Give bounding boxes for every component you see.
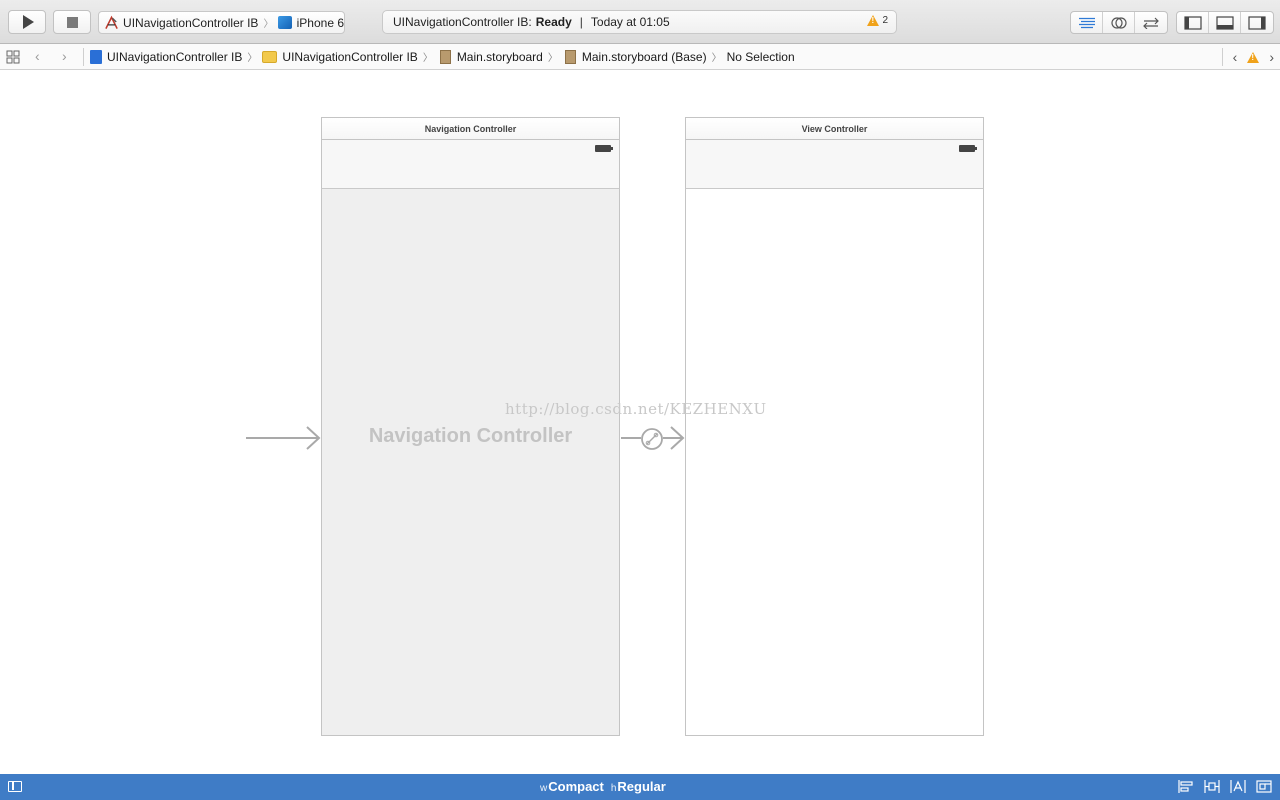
chevron-right-icon: 〉	[247, 53, 258, 64]
editor-mode-control	[1070, 11, 1168, 34]
project-icon	[90, 49, 102, 64]
align-button[interactable]	[1178, 780, 1194, 793]
warning-icon	[867, 15, 880, 26]
breadcrumb-selection[interactable]: No Selection	[727, 50, 795, 64]
jump-bar: ‹ › UINavigationController IB 〉 UINaviga…	[0, 44, 1280, 70]
stop-button[interactable]	[53, 10, 91, 34]
device-name: iPhone 6	[296, 15, 344, 30]
jump-bar-divider	[1221, 48, 1223, 66]
width-prefix: w	[540, 783, 548, 794]
back-arrow-icon[interactable]: ‹	[35, 48, 40, 64]
chevron-right-icon: 〉	[422, 53, 433, 64]
battery-icon	[595, 145, 613, 152]
navigation-controller-scene[interactable]: Navigation Controller	[321, 189, 620, 736]
size-class-bar: wCompact hRegular	[0, 774, 1280, 800]
pin-button[interactable]	[1204, 780, 1220, 793]
size-class-selector[interactable]: wCompact hRegular	[540, 779, 666, 794]
folder-icon	[262, 50, 278, 63]
related-items-grid-icon[interactable]	[6, 50, 20, 64]
assistant-editor-button[interactable]	[1103, 12, 1135, 33]
assistant-editor-icon	[1110, 16, 1127, 29]
url-watermark: http://blog.csdn.net/KEZHENXU	[505, 400, 767, 418]
warning-indicator[interactable]: 2	[867, 15, 888, 26]
chevron-right-icon: 〉	[547, 53, 558, 64]
navigator-panel-icon	[1183, 15, 1202, 30]
resolve-issues-button[interactable]	[1230, 780, 1246, 793]
storyboard-icon	[439, 49, 451, 64]
activity-viewer: UINavigationController IB: Ready | Today…	[382, 10, 897, 34]
run-button[interactable]	[8, 10, 46, 34]
navigation-bar[interactable]	[321, 140, 620, 189]
breadcrumb-label: UINavigationController IB	[107, 49, 243, 64]
warning-count: 2	[882, 15, 888, 26]
toggle-debug-area-button[interactable]	[1209, 12, 1241, 33]
activity-time: Today at 01:05	[590, 15, 670, 29]
chevron-right-icon: 〉	[711, 53, 722, 64]
battery-icon	[959, 145, 977, 152]
breadcrumb-label: Main.storyboard	[456, 49, 543, 64]
debug-panel-icon	[1215, 15, 1234, 30]
pin-icon	[1204, 780, 1220, 793]
breadcrumb-label: Main.storyboard (Base)	[581, 49, 707, 64]
forward-arrow-icon[interactable]: ›	[62, 48, 67, 64]
toggle-navigator-button[interactable]	[1177, 12, 1209, 33]
view-controller-scene[interactable]	[685, 189, 984, 736]
segue-arrows	[246, 426, 685, 450]
breadcrumb-label: UINavigationController IB	[282, 49, 418, 64]
navigation-controller-placeholder: Navigation Controller	[368, 425, 573, 447]
jump-bar-divider	[83, 48, 84, 66]
activity-separator: |	[579, 15, 583, 29]
issue-navigation: ‹ ›	[1221, 48, 1274, 66]
warning-icon[interactable]	[1247, 51, 1260, 63]
breadcrumb-group[interactable]: UINavigationController IB 〉	[262, 49, 437, 64]
play-icon	[22, 15, 34, 29]
navigation-controller-scene-title[interactable]: Navigation Controller	[321, 117, 620, 140]
align-icon	[1178, 780, 1193, 793]
view-controller-status-bar[interactable]	[685, 140, 984, 189]
root-relationship-segue[interactable]	[621, 426, 685, 450]
breadcrumb-label: No Selection	[726, 49, 795, 64]
resizing-behavior-icon	[1256, 780, 1272, 793]
breadcrumb: UINavigationController IB 〉 UINavigation…	[90, 49, 795, 64]
height-class: Regular	[617, 779, 666, 794]
version-editor-icon	[1143, 17, 1159, 29]
standard-editor-icon	[1078, 17, 1095, 28]
iphone-device-icon	[278, 16, 292, 29]
scheme-selector[interactable]: UINavigationController IB 〉 iPhone 6	[98, 11, 345, 34]
breadcrumb-storyboard-base[interactable]: Main.storyboard (Base) 〉	[563, 49, 727, 64]
utilities-panel-icon	[1248, 15, 1266, 30]
breadcrumb-project[interactable]: UINavigationController IB 〉	[90, 49, 262, 64]
storyboard-canvas[interactable]: Navigation Controller Navigation Control…	[0, 71, 1280, 774]
storyboard-icon	[564, 49, 576, 64]
initial-view-controller-arrow[interactable]	[246, 426, 321, 450]
previous-issue-icon[interactable]: ‹	[1233, 49, 1238, 65]
scene-title-label: View Controller	[801, 123, 868, 134]
autolayout-controls	[1178, 780, 1272, 793]
resizing-behavior-button[interactable]	[1256, 780, 1272, 793]
scheme-separator: 〉	[263, 19, 274, 30]
view-controller-scene-title[interactable]: View Controller	[685, 117, 984, 140]
activity-status: Ready	[535, 15, 572, 29]
scene-title-label: Navigation Controller	[424, 123, 517, 134]
scheme-name: UINavigationController IB	[123, 15, 259, 30]
toolbar: UINavigationController IB 〉 iPhone 6 UIN…	[0, 0, 1280, 44]
version-editor-button[interactable]	[1135, 12, 1167, 33]
standard-editor-button[interactable]	[1071, 12, 1103, 33]
toggle-utilities-button[interactable]	[1241, 12, 1273, 33]
breadcrumb-storyboard[interactable]: Main.storyboard 〉	[438, 49, 563, 64]
next-issue-icon[interactable]: ›	[1269, 49, 1274, 65]
document-outline-toggle-icon[interactable]	[8, 781, 22, 792]
view-toggle-control	[1176, 11, 1274, 34]
xcode-app-icon	[105, 15, 118, 29]
activity-project: UINavigationController IB:	[393, 15, 532, 29]
height-prefix: h	[610, 783, 617, 794]
width-class: Compact	[548, 779, 604, 794]
resolve-issues-icon	[1230, 780, 1246, 793]
stop-icon	[66, 16, 78, 28]
